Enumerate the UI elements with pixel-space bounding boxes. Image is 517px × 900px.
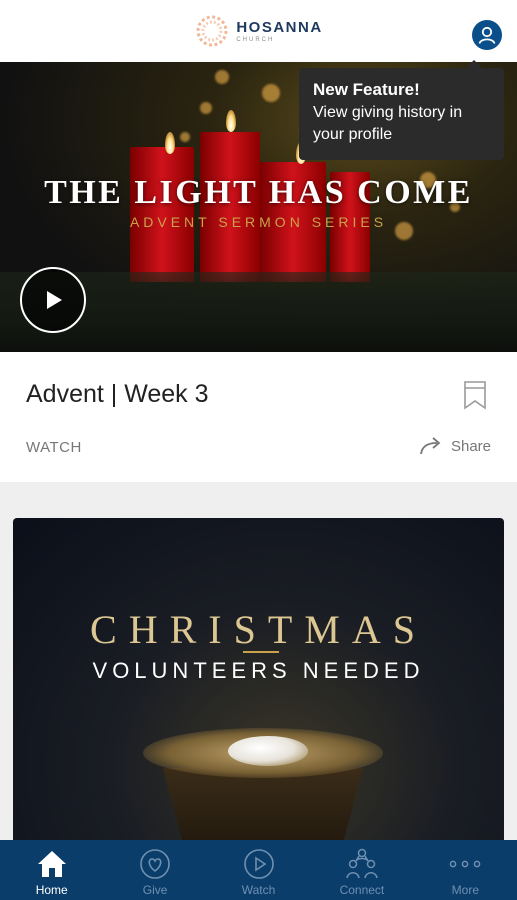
play-circle-icon (243, 849, 274, 879)
app-root: HOSANNA CHURCH THE LIGHT HAS COME ADVENT… (0, 0, 517, 900)
people-icon (346, 848, 378, 879)
tab-watch-label: Watch (241, 883, 276, 897)
sermon-title[interactable]: Advent | Week 3 (26, 380, 209, 409)
heart-icon (140, 849, 170, 879)
tab-home[interactable]: Home (0, 840, 103, 900)
logo-subtitle: CHURCH (236, 36, 275, 43)
more-icon (449, 860, 481, 868)
logo-name: HOSANNA (236, 18, 323, 36)
tab-give-label: Give (142, 883, 168, 897)
logo-mark-icon (196, 15, 228, 47)
tooltip-title: New Feature! (313, 80, 420, 99)
tab-home-label: Home (35, 883, 68, 897)
christmas-volunteers-banner[interactable]: CHRISTMAS VOLUNTEERS NEEDED (13, 518, 504, 848)
sermon-card: Advent | Week 3 WATCH Share (0, 352, 517, 482)
promo-divider (243, 651, 279, 653)
bookmark-button[interactable] (463, 380, 487, 415)
hero-title: THE LIGHT HAS COME (44, 174, 473, 211)
tab-connect-label: Connect (339, 883, 385, 897)
bottom-tab-bar: Home Give Watch Connect More (0, 840, 517, 900)
play-icon (47, 291, 62, 309)
tab-more-label: More (451, 883, 479, 897)
play-button[interactable] (20, 267, 86, 333)
share-button[interactable]: Share (419, 436, 491, 456)
manger-illustration (143, 728, 383, 848)
promo-title: CHRISTMAS (90, 607, 427, 652)
home-icon (37, 851, 66, 877)
new-feature-tooltip[interactable]: New Feature! View giving history in your… (299, 60, 504, 160)
tab-connect[interactable]: Connect (310, 840, 413, 900)
content-type-label: WATCH (26, 439, 82, 456)
candle-flame (226, 110, 236, 132)
share-label: Share (450, 437, 491, 455)
app-header: HOSANNA CHURCH (0, 0, 517, 62)
bookmark-icon (464, 381, 486, 410)
hero-subtitle: ADVENT SERMON SERIES (129, 214, 388, 230)
tab-give[interactable]: Give (103, 840, 206, 900)
tooltip-body: View giving history in your profile (313, 104, 463, 143)
church-logo: HOSANNA CHURCH (194, 13, 322, 49)
promo-subtitle: VOLUNTEERS NEEDED (92, 658, 425, 683)
profile-button[interactable] (472, 20, 502, 50)
tab-more[interactable]: More (414, 840, 517, 900)
tab-watch[interactable]: Watch (207, 840, 310, 900)
user-icon (478, 26, 496, 44)
candle-flame (165, 132, 175, 154)
share-icon (420, 437, 441, 455)
